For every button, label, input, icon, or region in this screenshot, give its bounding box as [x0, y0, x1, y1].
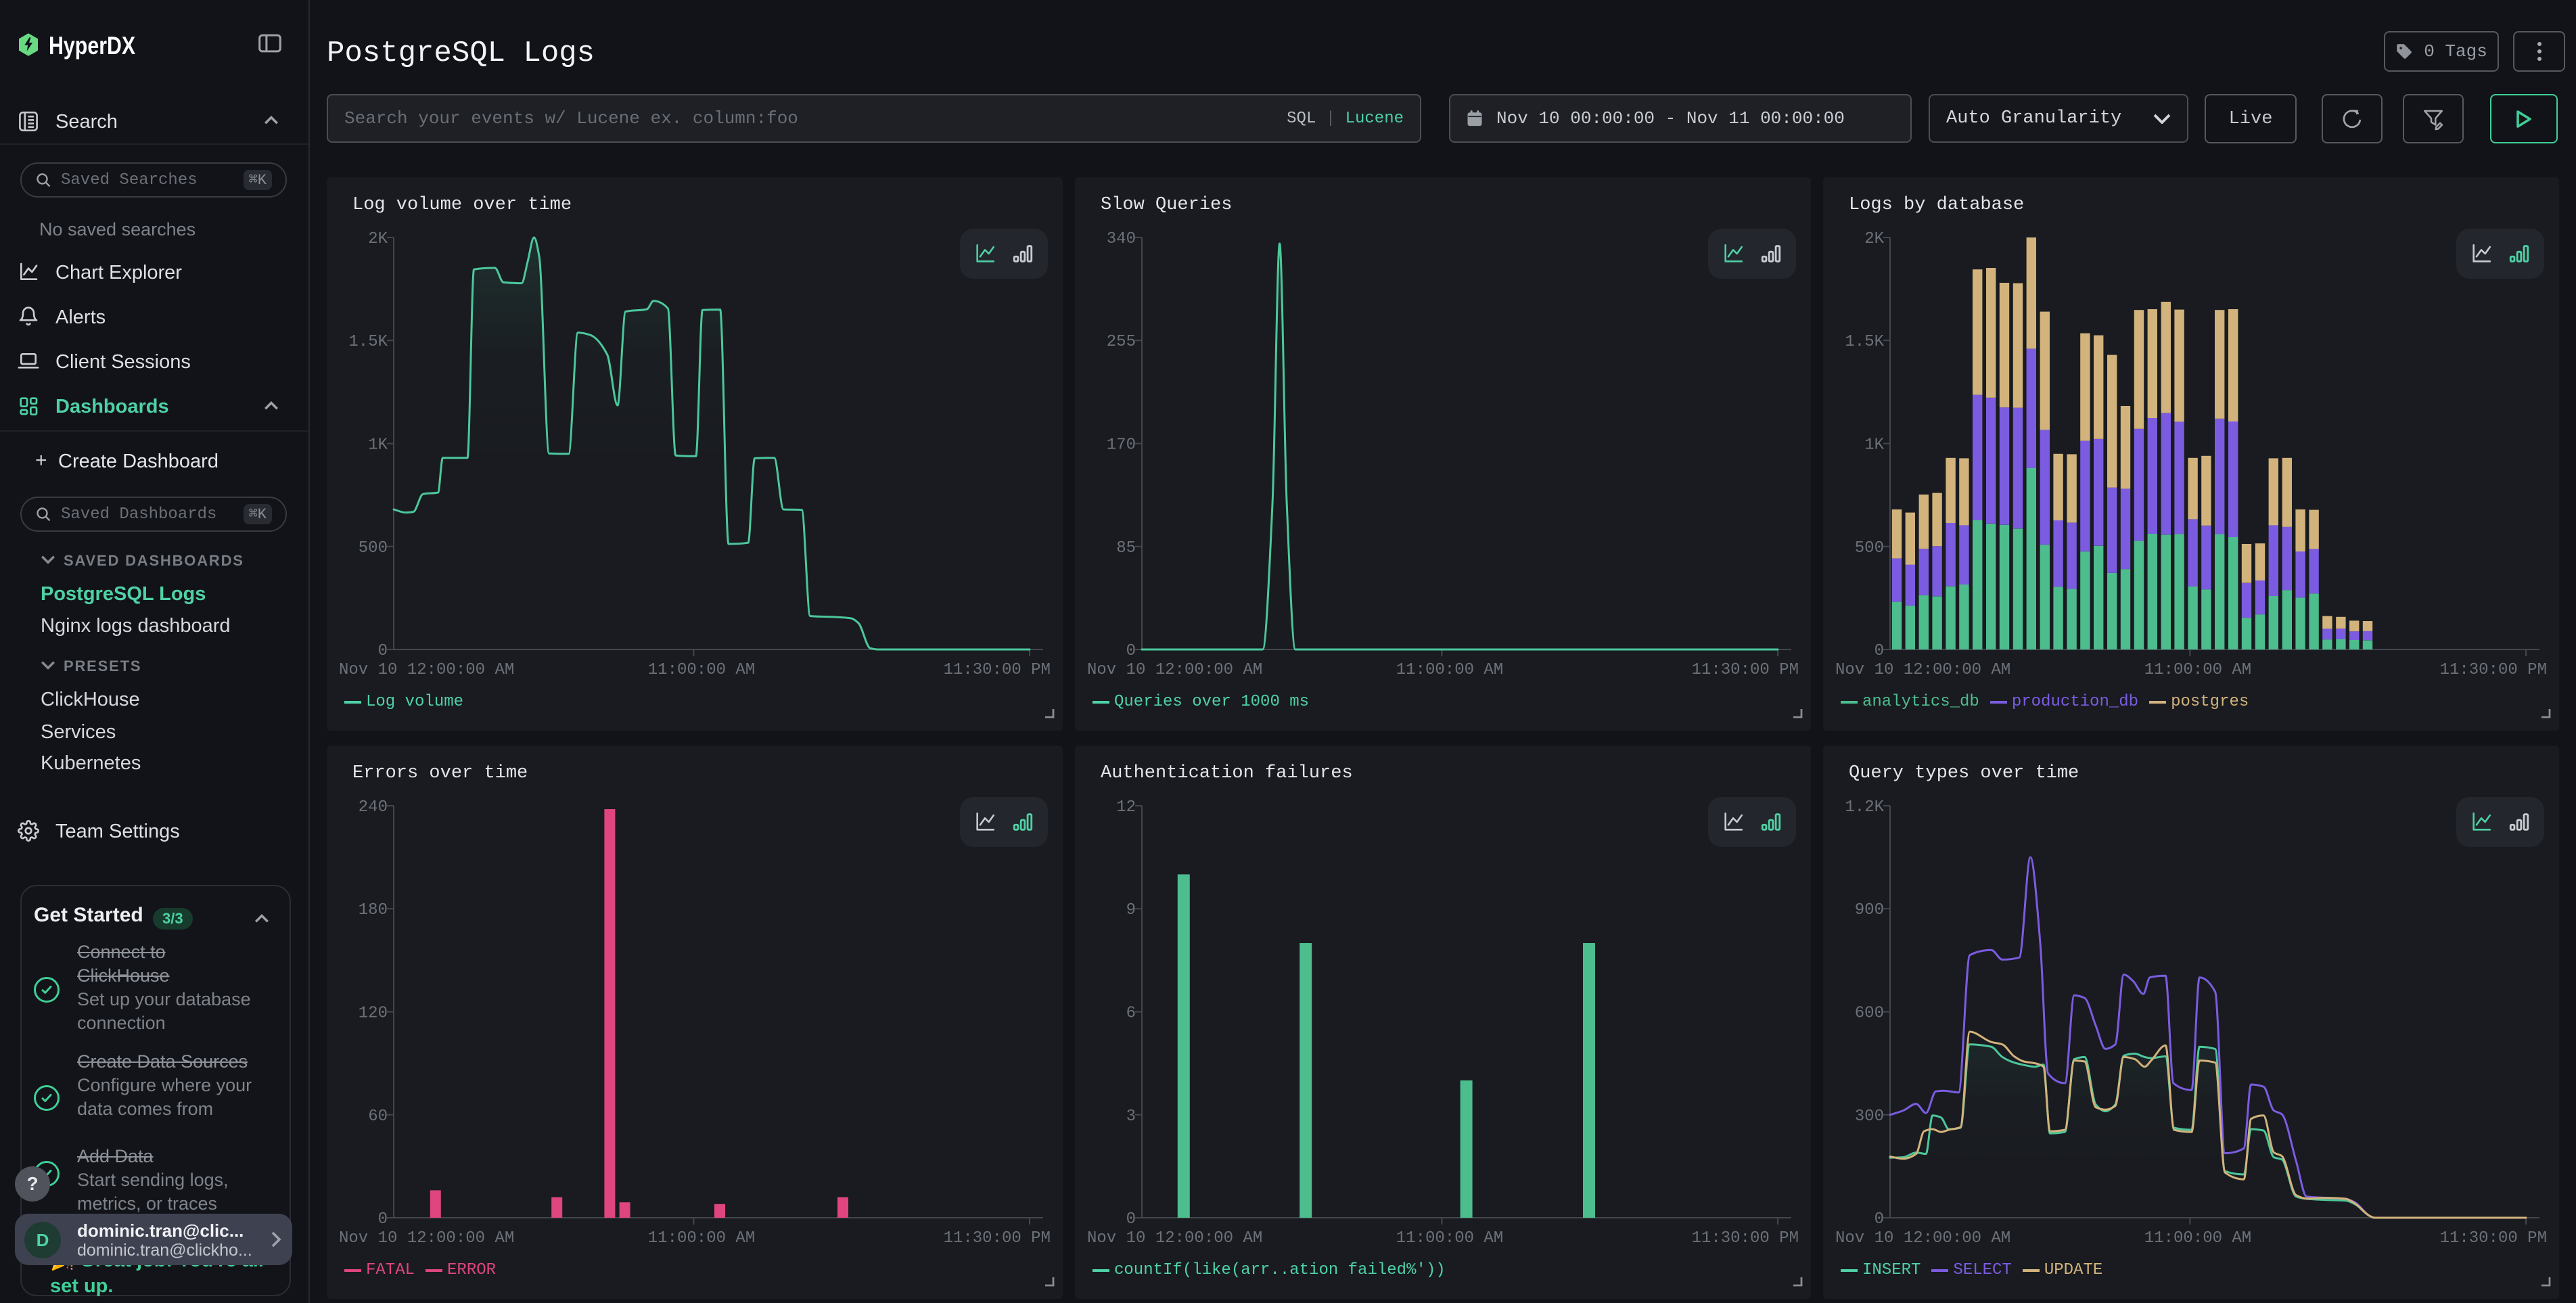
- svg-text:Nov 10 12:00:00 AM: Nov 10 12:00:00 AM: [1087, 1229, 1262, 1248]
- svg-text:85: 85: [1116, 539, 1136, 557]
- svg-text:9: 9: [1126, 901, 1136, 919]
- svg-text:500: 500: [1855, 539, 1884, 557]
- svg-text:11:00:00 AM: 11:00:00 AM: [2144, 661, 2251, 679]
- svg-text:2K: 2K: [368, 230, 388, 248]
- svg-text:1K: 1K: [368, 436, 388, 455]
- svg-text:0: 0: [1126, 1210, 1136, 1229]
- svg-text:170: 170: [1107, 436, 1136, 455]
- svg-text:11:30:00 PM: 11:30:00 PM: [2440, 661, 2547, 679]
- svg-text:Nov 10 12:00:00 AM: Nov 10 12:00:00 AM: [339, 1229, 514, 1248]
- svg-text:240: 240: [359, 798, 388, 817]
- svg-text:255: 255: [1107, 333, 1136, 351]
- svg-text:Nov 10 12:00:00 AM: Nov 10 12:00:00 AM: [1835, 1229, 2010, 1248]
- svg-text:900: 900: [1855, 901, 1884, 919]
- svg-text:0: 0: [378, 1210, 388, 1229]
- svg-text:12: 12: [1116, 798, 1136, 817]
- svg-text:6: 6: [1126, 1005, 1136, 1023]
- svg-text:11:00:00 AM: 11:00:00 AM: [648, 661, 755, 679]
- svg-text:0: 0: [1874, 1210, 1884, 1229]
- svg-text:1.5K: 1.5K: [1845, 333, 1884, 351]
- svg-text:600: 600: [1855, 1005, 1884, 1023]
- svg-text:11:30:00 PM: 11:30:00 PM: [1692, 1229, 1799, 1248]
- svg-text:1K: 1K: [1864, 436, 1884, 455]
- svg-text:11:30:00 PM: 11:30:00 PM: [2440, 1229, 2547, 1248]
- svg-text:1.5K: 1.5K: [348, 333, 388, 351]
- svg-text:Nov 10 12:00:00 AM: Nov 10 12:00:00 AM: [339, 661, 514, 679]
- svg-text:180: 180: [359, 901, 388, 919]
- svg-text:500: 500: [359, 539, 388, 557]
- svg-text:11:30:00 PM: 11:30:00 PM: [944, 661, 1051, 679]
- svg-text:11:00:00 AM: 11:00:00 AM: [2144, 1229, 2251, 1248]
- svg-text:300: 300: [1855, 1107, 1884, 1126]
- svg-text:0: 0: [1126, 642, 1136, 660]
- svg-text:11:00:00 AM: 11:00:00 AM: [1396, 1229, 1503, 1248]
- svg-text:11:30:00 PM: 11:30:00 PM: [944, 1229, 1051, 1248]
- svg-text:11:30:00 PM: 11:30:00 PM: [1692, 661, 1799, 679]
- svg-text:11:00:00 AM: 11:00:00 AM: [648, 1229, 755, 1248]
- svg-text:1.2K: 1.2K: [1845, 798, 1884, 817]
- svg-text:0: 0: [378, 642, 388, 660]
- svg-text:3: 3: [1126, 1107, 1136, 1126]
- svg-text:120: 120: [359, 1005, 388, 1023]
- svg-text:2K: 2K: [1864, 230, 1884, 248]
- svg-text:340: 340: [1107, 230, 1136, 248]
- svg-text:60: 60: [368, 1107, 388, 1126]
- svg-text:11:00:00 AM: 11:00:00 AM: [1396, 661, 1503, 679]
- svg-text:0: 0: [1874, 642, 1884, 660]
- svg-text:Nov 10 12:00:00 AM: Nov 10 12:00:00 AM: [1087, 661, 1262, 679]
- svg-text:Nov 10 12:00:00 AM: Nov 10 12:00:00 AM: [1835, 661, 2010, 679]
